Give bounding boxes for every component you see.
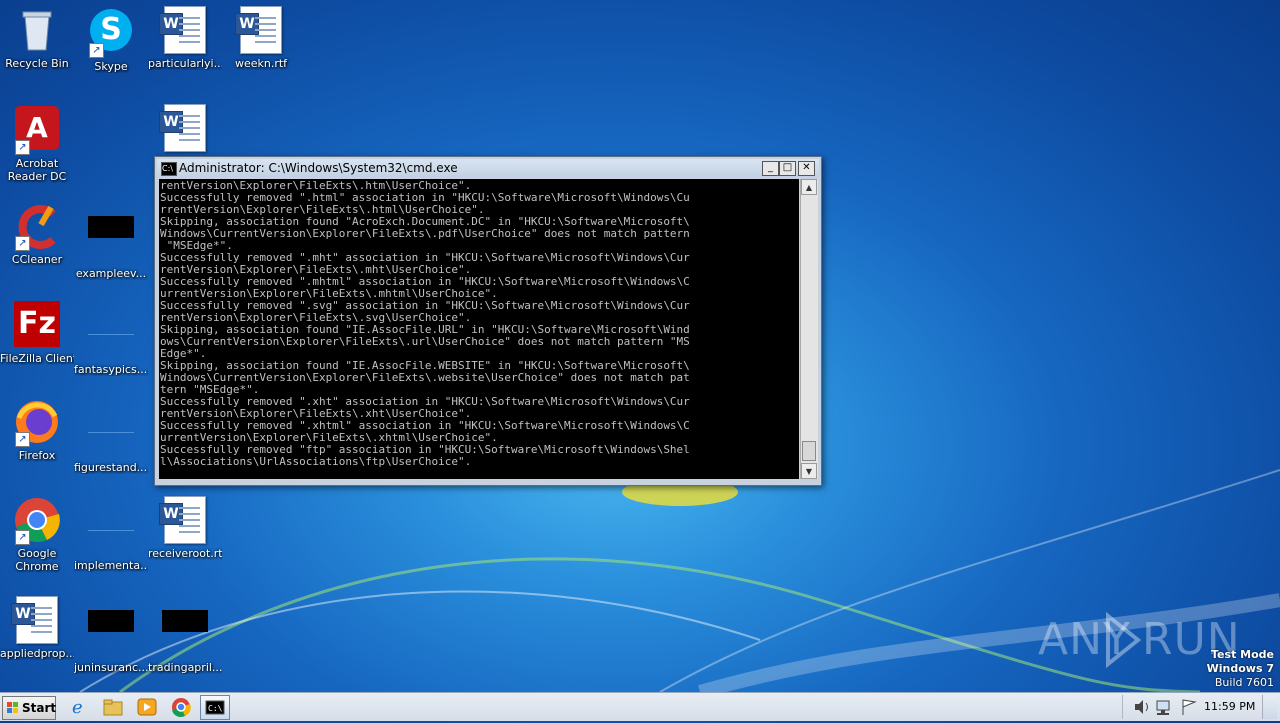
shortcut-arrow-icon: ↗: [15, 140, 30, 155]
desktop-icon-chrome[interactable]: ↗ Google Chrome: [0, 496, 74, 573]
shortcut-arrow-icon: ↗: [15, 432, 30, 447]
desktop-icon-label: FileZilla Client: [0, 352, 74, 365]
internet-explorer-icon[interactable]: e: [68, 697, 90, 718]
file-icon: [87, 216, 135, 264]
scrollbar-thumb[interactable]: [802, 441, 816, 461]
cmd-titlebar[interactable]: C:\ Administrator: C:\Windows\System32\c…: [157, 159, 819, 177]
desktop-icon-appliedprop[interactable]: W appliedprop...: [0, 596, 74, 660]
cmd-window-title: Administrator: C:\Windows\System32\cmd.e…: [179, 161, 458, 175]
desktop-icon-label: figurestand....: [74, 461, 148, 474]
acrobat-icon: A ↗: [13, 106, 61, 155]
desktop-icon-label: appliedprop...: [0, 647, 74, 660]
shortcut-arrow-icon: ↗: [89, 43, 104, 58]
network-icon: [1156, 700, 1170, 715]
action-center-flag-icon: [1182, 699, 1197, 715]
word-document-icon: W: [11, 596, 61, 644]
clock[interactable]: 11:59 PM: [1204, 693, 1255, 721]
file-icon: [87, 508, 135, 556]
desktop-icon-label: particularlyi...: [148, 57, 222, 70]
windows-flag-icon: [7, 702, 18, 713]
scroll-up-arrow-icon[interactable]: ▲: [801, 179, 817, 195]
chrome-icon[interactable]: [170, 697, 192, 718]
play-logo-icon: [1106, 612, 1142, 668]
desktop-icon-label: receiveroot.rtf: [148, 547, 222, 560]
desktop-icon-particularlyi[interactable]: W particularlyi...: [148, 6, 222, 70]
system-tray: [1122, 695, 1205, 719]
desktop-icon-recycle-bin[interactable]: Recycle Bin: [0, 6, 74, 70]
show-desktop-button[interactable]: [1262, 695, 1277, 719]
desktop-icon-label: CCleaner: [11, 253, 63, 266]
test-mode-line2: Windows 7: [1206, 662, 1274, 675]
desktop-icon-label: Recycle Bin: [5, 57, 69, 70]
desktop-icon-label: Skype: [94, 60, 128, 73]
test-mode-line1: Test Mode: [1211, 648, 1274, 661]
desktop-icon-juninsuranc[interactable]: juninsuranc...: [74, 596, 148, 674]
minimize-button[interactable]: _: [762, 161, 779, 176]
desktop-icon-acrobat[interactable]: A ↗ Acrobat Reader DC: [0, 104, 74, 183]
maximize-button[interactable]: □: [779, 161, 796, 176]
vertical-scrollbar[interactable]: ▲ ▼: [800, 179, 818, 479]
volume-icon: [1135, 700, 1148, 714]
word-document-icon: W: [159, 496, 209, 544]
word-document-icon: W: [159, 6, 209, 54]
desktop-icon-label: implementa...: [74, 559, 148, 572]
desktop-icon-fantasypics[interactable]: fantasypics....: [74, 300, 148, 376]
firefox-icon: ↗: [13, 398, 61, 447]
desktop-icon-firefox[interactable]: ↗ Firefox: [0, 398, 74, 462]
desktop-icon-label: fantasypics....: [74, 363, 148, 376]
desktop-icon-label: tradingapril...: [148, 661, 222, 674]
desktop-icon-tradingapril[interactable]: tradingapril...: [148, 596, 222, 674]
cmd-output: rentVersion\Explorer\FileExts\.htm\UserC…: [159, 179, 799, 468]
ccleaner-icon: ↗: [13, 202, 61, 251]
skype-icon: S ↗: [87, 9, 135, 58]
filezilla-icon: Fz: [13, 301, 61, 349]
desktop-icon-label: Google Chrome: [15, 547, 59, 573]
word-document-icon: W: [235, 6, 285, 54]
start-button[interactable]: Start: [2, 696, 56, 720]
svg-text:e: e: [72, 697, 83, 717]
test-mode-line3: Build 7601: [1214, 676, 1274, 689]
desktop-icon-ccleaner[interactable]: ↗ CCleaner: [0, 202, 74, 266]
word-document-icon: W: [159, 104, 209, 152]
desktop-icon-label: juninsuranc...: [74, 661, 148, 674]
cmd-icon: C:\: [205, 700, 225, 715]
desktop-icon-implementa[interactable]: implementa...: [74, 496, 148, 572]
desktop-icon-weekn[interactable]: W weekn.rtf: [224, 6, 298, 70]
shortcut-arrow-icon: ↗: [15, 530, 30, 545]
explorer-folder-icon[interactable]: [102, 697, 124, 717]
chrome-icon: ↗: [13, 496, 61, 545]
scroll-down-arrow-icon[interactable]: ▼: [801, 463, 817, 479]
shortcut-arrow-icon: ↗: [15, 236, 30, 251]
desktop-icon-label: Acrobat Reader DC: [7, 157, 67, 183]
desktop: Recycle Bin A ↗ Acrobat Reader DC ↗ CCle…: [0, 0, 1280, 692]
desktop-icon-label: weekn.rtf: [234, 57, 288, 70]
desktop-icon-receiveroot[interactable]: W receiveroot.rtf: [148, 496, 222, 560]
desktop-icon-word-doc[interactable]: W: [148, 104, 222, 152]
desktop-icon-exampleev[interactable]: exampleev...: [74, 202, 148, 280]
console-line: Windows\CurrentVersion\Explorer\FileExts…: [160, 227, 690, 240]
cmd-window[interactable]: C:\ Administrator: C:\Windows\System32\c…: [154, 156, 822, 486]
file-icon: [161, 610, 209, 658]
desktop-icon-label: Firefox: [18, 449, 56, 462]
file-icon: [87, 410, 135, 458]
desktop-icon-label: exampleev...: [75, 267, 147, 280]
file-icon: [87, 610, 135, 658]
start-label: Start: [22, 701, 57, 715]
desktop-icon-figurestand[interactable]: figurestand....: [74, 398, 148, 474]
taskbar-cmd-button[interactable]: C:\: [200, 695, 230, 720]
file-icon: [87, 312, 135, 360]
test-mode-notice: Test Mode Windows 7 Build 7601: [1207, 648, 1274, 690]
media-player-icon[interactable]: [136, 697, 158, 717]
desktop-icon-filezilla[interactable]: Fz FileZilla Client: [0, 300, 74, 365]
cmd-console[interactable]: rentVersion\Explorer\FileExts\.htm\UserC…: [159, 179, 799, 479]
desktop-icon-skype[interactable]: S ↗ Skype: [74, 6, 148, 73]
recycle-bin-icon: [13, 6, 61, 54]
taskbar: Start e C:\ 11:59 PM: [0, 692, 1280, 721]
console-line: l\Associations\UrlAssociations\ftp\UserC…: [160, 455, 472, 468]
cmd-icon: C:\: [161, 162, 177, 176]
svg-text:C:\: C:\: [208, 704, 223, 713]
close-button[interactable]: ✕: [798, 161, 815, 176]
console-line: ows\CurrentVersion\Explorer\FileExts\.ur…: [160, 335, 690, 348]
